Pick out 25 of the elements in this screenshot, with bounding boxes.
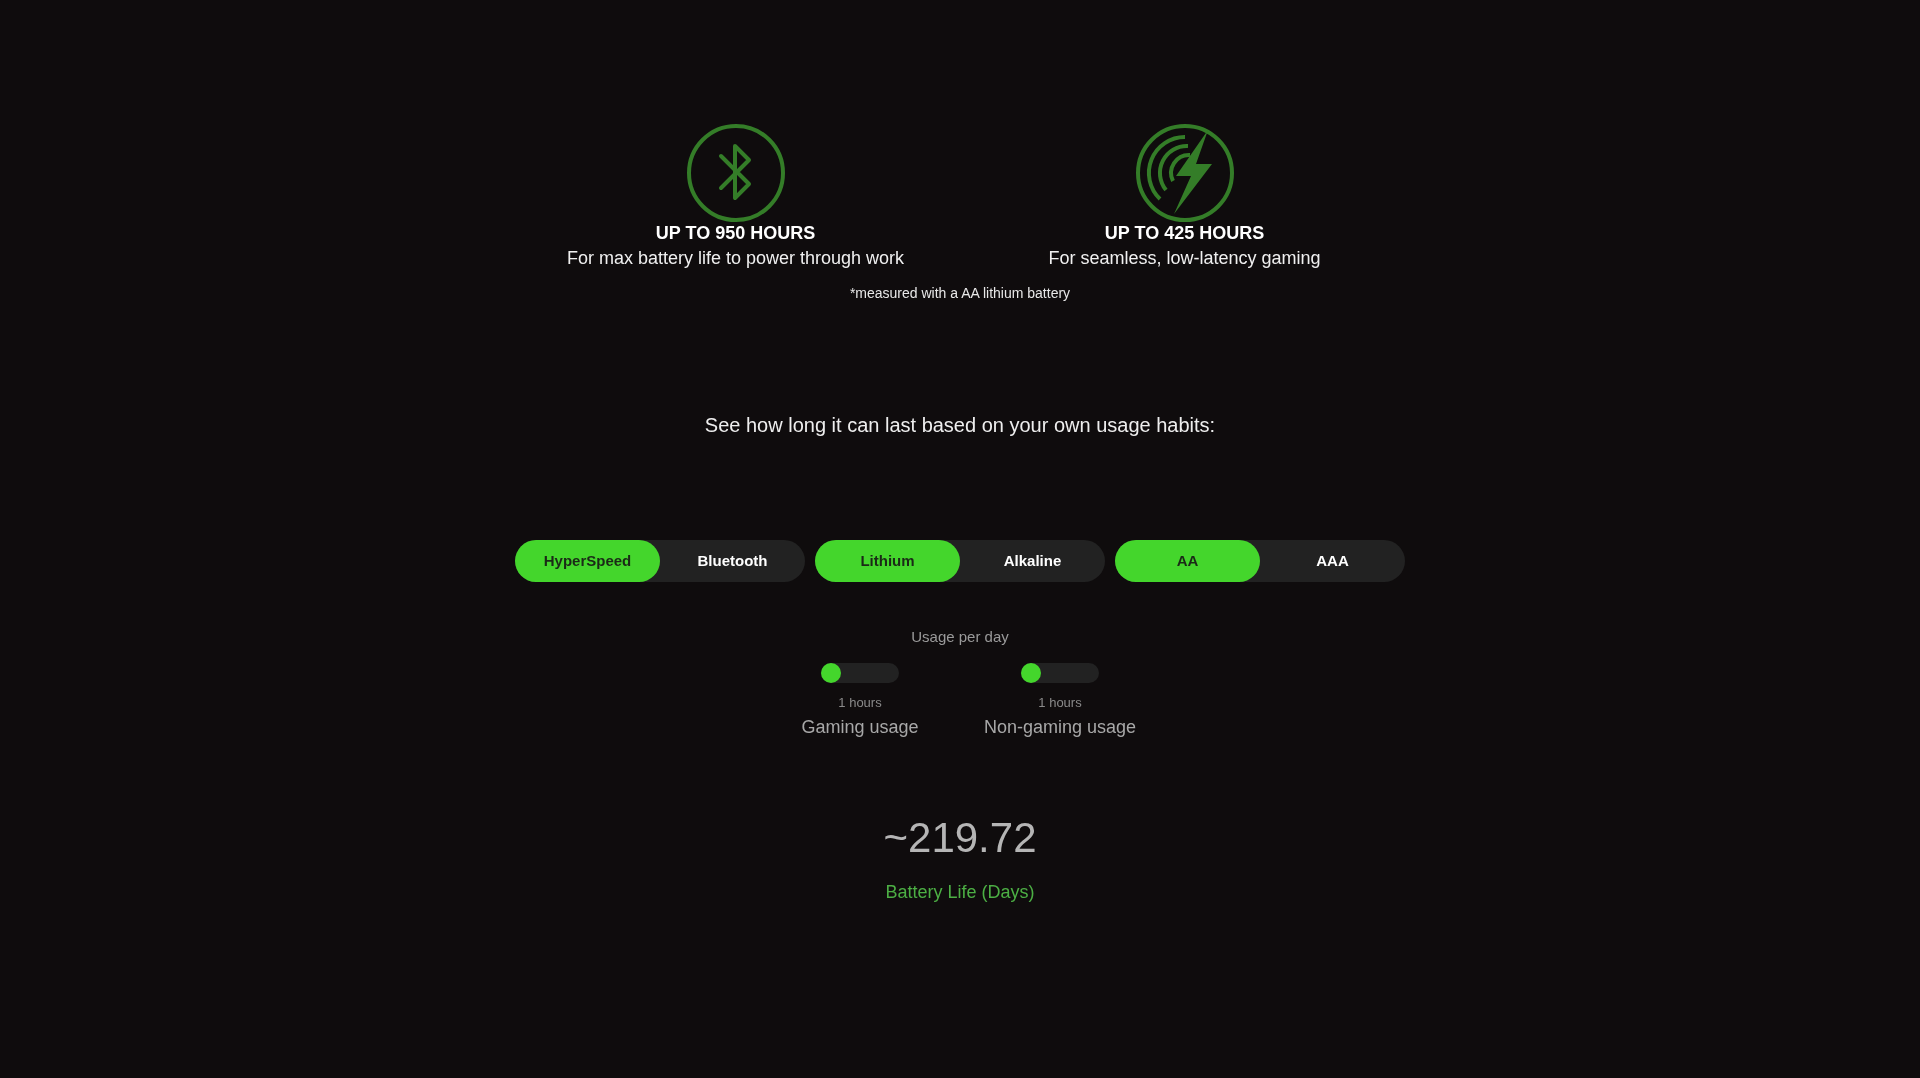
mode-description: For max battery life to power through work	[566, 246, 905, 269]
option-toggle[interactable]: AA	[1115, 540, 1260, 582]
slider-thumb[interactable]	[821, 662, 841, 683]
hours-reading: 1 hours	[838, 693, 882, 712]
slider-track[interactable]	[821, 662, 899, 683]
footnote-text: *measured with a AA lithium battery	[849, 284, 1071, 303]
result-value: ~219.72	[883, 817, 1037, 859]
option-toggle[interactable]: Bluetooth	[660, 540, 805, 582]
option-toggle[interactable]: Alkaline	[960, 540, 1105, 582]
slider-track[interactable]	[1021, 662, 1099, 683]
slider-thumb[interactable]	[1021, 662, 1041, 683]
hours-reading: 1 hours	[1038, 693, 1082, 712]
bluetooth-icon	[686, 124, 785, 222]
mode-description: For seamless, low-latency gaming	[1048, 246, 1321, 269]
prompt-text: See how long it can last based on your own usage habits:	[704, 413, 1216, 438]
mode-heading: UP TO 425 HOURS	[1104, 222, 1265, 245]
mode-heading: UP TO 950 HOURS	[655, 222, 816, 245]
slider-label: Gaming usage	[801, 716, 919, 739]
option-toggle[interactable]: Lithium	[815, 540, 960, 582]
usage-title: Usage per day	[911, 627, 1009, 647]
result-label: Battery Life (Days)	[885, 881, 1035, 904]
lightning-bolt-icon	[1135, 124, 1234, 222]
option-toggle[interactable]: AAA	[1260, 540, 1405, 582]
slider-label: Non-gaming usage	[983, 716, 1137, 739]
option-toggle[interactable]: HyperSpeed	[515, 540, 660, 582]
